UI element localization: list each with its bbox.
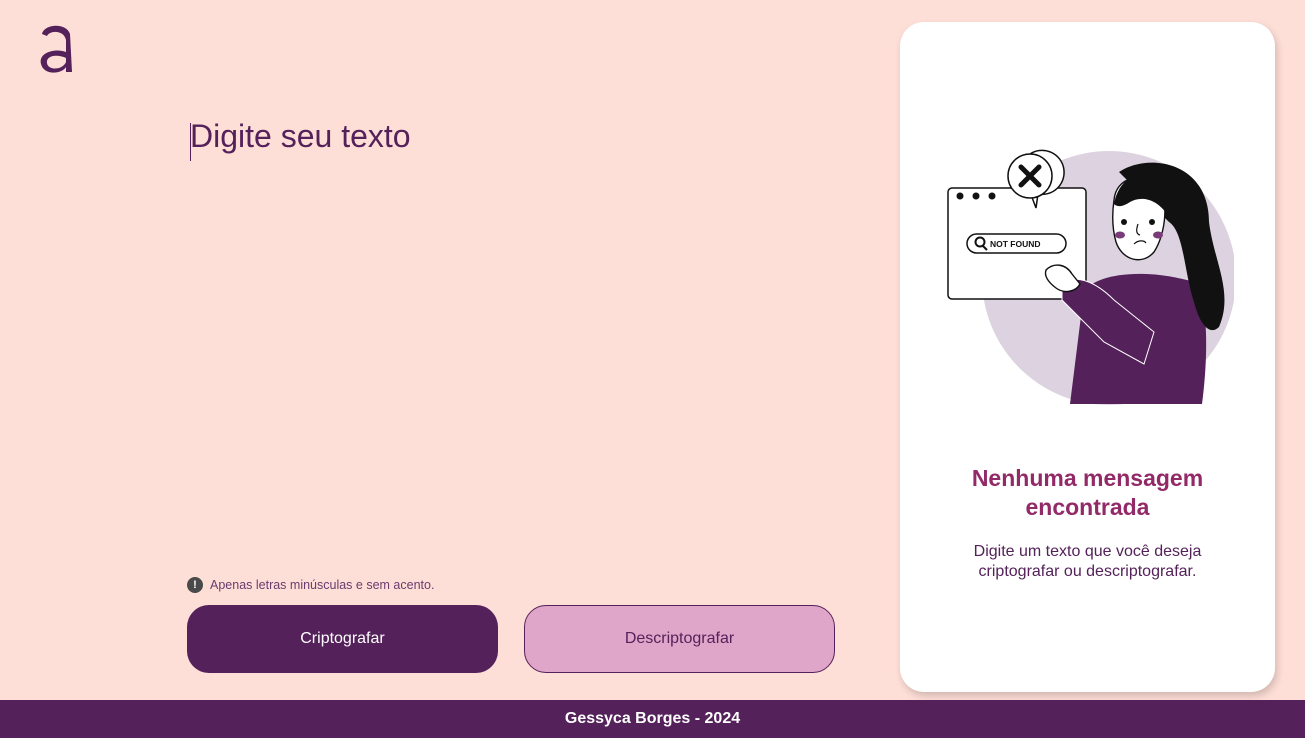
result-description: Digite um texto que você deseja criptogr… xyxy=(973,543,1202,580)
hint-text: Apenas letras minúsculas e sem acento. xyxy=(210,578,435,592)
encrypt-button[interactable]: Criptografar xyxy=(187,605,498,673)
woman-not-found-illustration: NOT FOUND xyxy=(947,149,1234,405)
message-input[interactable] xyxy=(187,118,837,558)
footer-text: Gessyca Borges - 2024 xyxy=(564,710,741,727)
exclamation-circle-icon: ! xyxy=(187,577,203,593)
result-title: Nenhuma mensagem encontrada xyxy=(971,465,1204,520)
not-found-label: NOT FOUND xyxy=(990,239,1041,249)
text-cursor xyxy=(190,123,191,161)
logo-icon xyxy=(40,25,72,73)
input-hint: ! Apenas letras minúsculas e sem acento. xyxy=(187,577,434,593)
footer: Gessyca Borges - 2024 xyxy=(0,700,1305,738)
result-panel: NOT FOUND Nenhuma mensagem encontrada Di… xyxy=(900,22,1275,692)
decrypt-button[interactable]: Descriptografar xyxy=(524,605,835,673)
